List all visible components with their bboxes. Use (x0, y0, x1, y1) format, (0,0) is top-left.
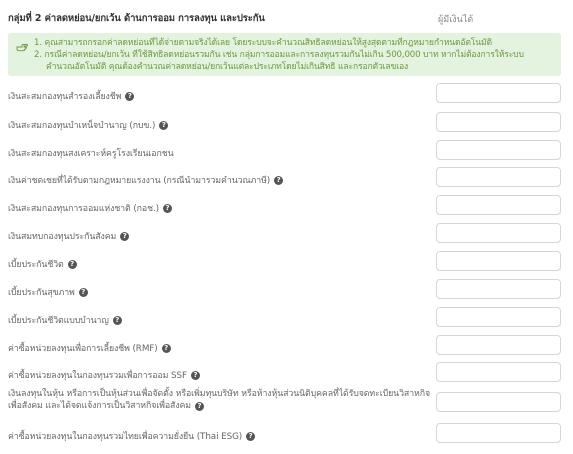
pension-insurance-input[interactable] (436, 307, 561, 327)
gpf-input[interactable] (436, 112, 561, 132)
health-insurance-input[interactable] (436, 279, 561, 299)
life-insurance-input[interactable] (436, 251, 561, 271)
help-icon[interactable]: ? (162, 203, 172, 213)
provident-fund-input[interactable] (436, 83, 561, 103)
help-icon[interactable]: ? (112, 315, 122, 325)
row-label: เงินค่าชดเชยที่ได้รับตามกฎหมายแรงงาน (กร… (8, 173, 284, 187)
notice-line-3: คำนวณอัตโนมัติ คุณต้องคำนวณค่าลดหย่อน/ยก… (46, 62, 409, 72)
social-security-input[interactable] (436, 223, 561, 243)
row-label: เงินลงทุนในหุ้น หรือการเป็นหุ้นส่วนเพื่อ… (8, 389, 431, 411)
notice-line-1: 1. คุณสามารถกรอกค่าลดหย่อนที่ได้จ่ายตามจ… (34, 38, 492, 48)
nsf-input[interactable] (436, 195, 561, 215)
row-label: เงินสะสมกองทุนสงเคราะห์ครูโรงเรียนเอกชน (8, 149, 174, 159)
notice-box: 1. คุณสามารถกรอกค่าลดหย่อนที่ได้จ่ายตามจ… (8, 33, 561, 76)
row-label: ค่าซื้อหน่วยลงทุนในกองทุนรวมเพื่อการออม … (8, 368, 200, 382)
ssf-input[interactable] (436, 362, 561, 382)
row-label: เบี้ยประกันชีวิตแบบบำนาญ? (8, 313, 122, 327)
row-label: เงินสะสมกองทุนสำรองเลี้ยงชีพ? (8, 89, 135, 103)
row-label: เบี้ยประกันชีวิต? (8, 257, 77, 271)
group-header: กลุ่มที่ 2 ค่าลดหย่อน/ยกเว้น ด้านการออม … (8, 6, 565, 28)
amount-column-header: ผู้มีเงินได้ (438, 15, 474, 25)
group-title: กลุ่มที่ 2 ค่าลดหย่อน/ยกเว้น ด้านการออม … (8, 13, 265, 24)
help-icon[interactable]: ? (190, 370, 200, 380)
row-label: เบี้ยประกันสุขภาพ? (8, 285, 88, 299)
row-label: เงินสมทบกองทุนประกันสังคม? (8, 229, 130, 243)
help-icon[interactable]: ? (67, 259, 77, 269)
teacher-fund-input[interactable] (436, 140, 561, 160)
help-icon[interactable]: ? (125, 91, 135, 101)
help-icon[interactable]: ? (274, 175, 284, 185)
rmf-input[interactable] (436, 335, 561, 355)
row-label: เงินสะสมกองทุนการออมแห่งชาติ (กอช.)? (8, 201, 172, 215)
social-enterprise-input[interactable] (436, 392, 561, 412)
help-icon[interactable]: ? (78, 287, 88, 297)
help-icon[interactable]: ? (195, 401, 205, 411)
severance-input[interactable] (436, 167, 561, 187)
row-label: ค่าซื้อหน่วยลงทุนเพื่อการเลี้ยงชีพ (RMF)… (8, 341, 171, 355)
hand-point-icon (16, 38, 28, 52)
help-icon[interactable]: ? (120, 231, 130, 241)
notice-line-2: 2. กรณีค่าลดหย่อน/ยกเว้น ที่ใช้สิทธิลดหย… (34, 50, 524, 60)
row-label: ค่าซื้อหน่วยลงทุนในกองทุนรวมไทยเพื่อความ… (8, 429, 256, 443)
row-label: เงินสะสมกองทุนบำเหน็จบำนาญ (กบข.)? (8, 118, 169, 132)
help-icon[interactable]: ? (159, 120, 169, 130)
help-icon[interactable]: ? (246, 431, 256, 441)
help-icon[interactable]: ? (161, 343, 171, 353)
thai-esg-input[interactable] (436, 423, 561, 443)
